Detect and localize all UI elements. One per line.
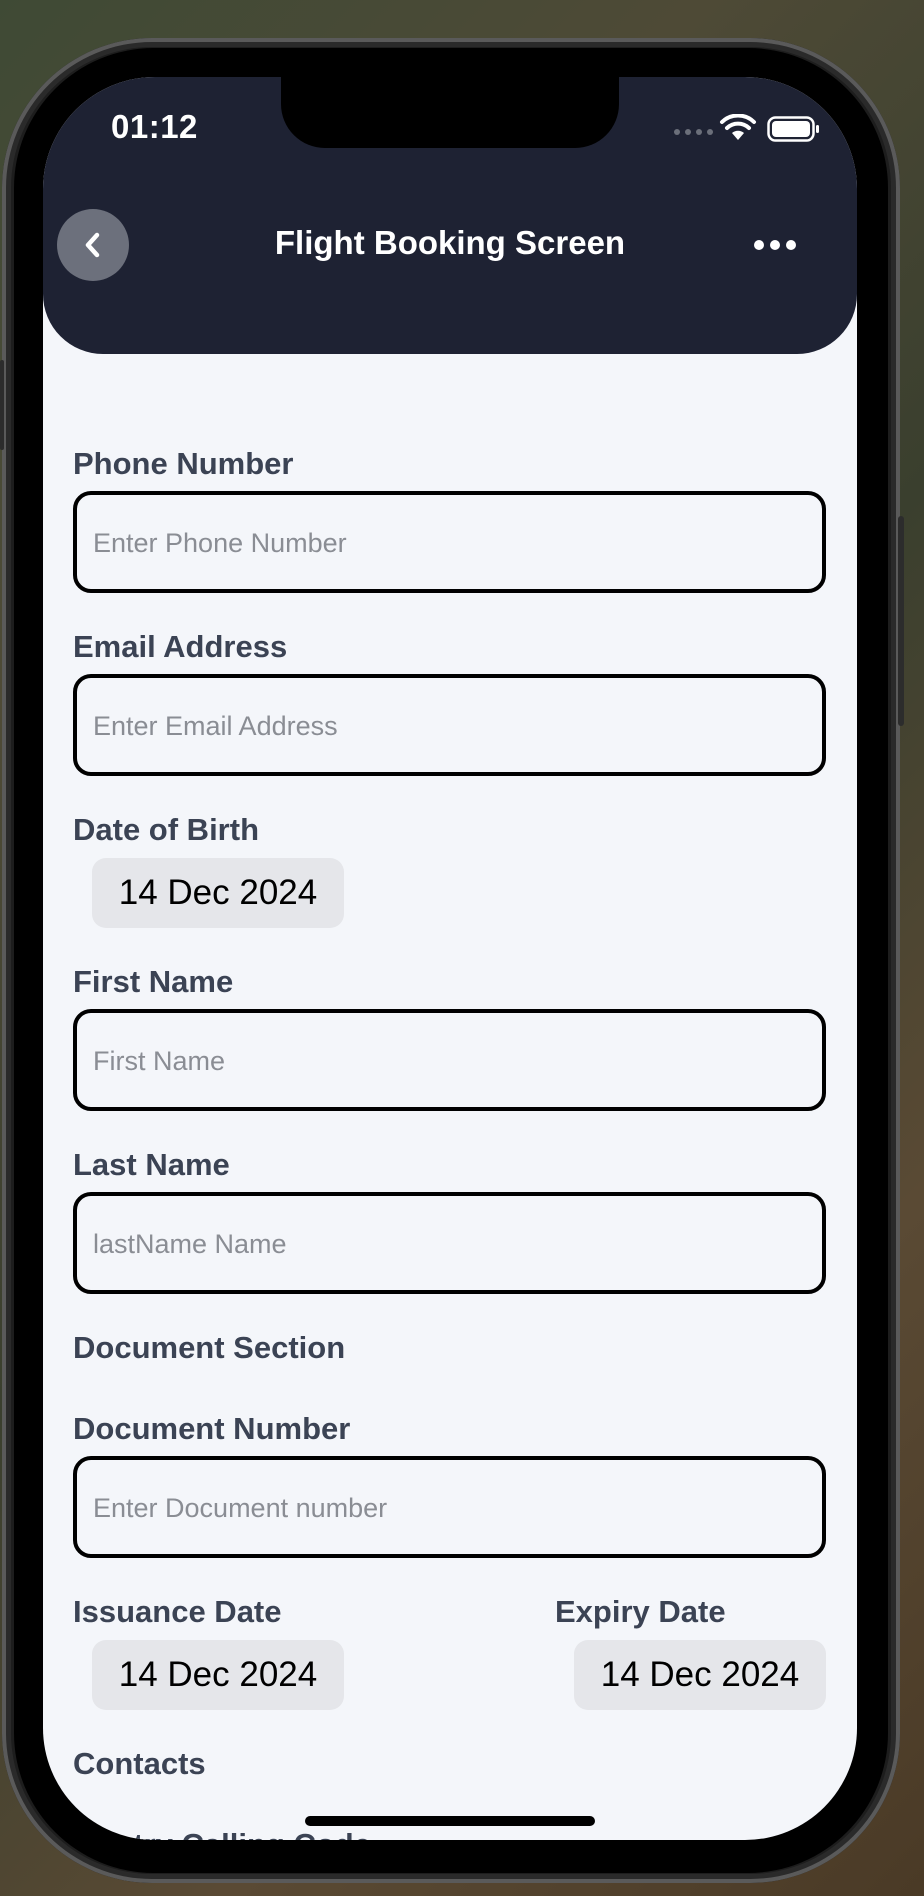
phone-number-label: Phone Number: [73, 446, 294, 481]
chevron-left-icon: [85, 232, 100, 258]
page-title: Flight Booking Screen: [274, 224, 626, 261]
last-name-input[interactable]: [91, 1196, 805, 1292]
contacts-heading: Contacts: [73, 1746, 206, 1781]
expiry-date-label: Expiry Date: [555, 1594, 726, 1629]
more-dot-icon: [754, 240, 764, 250]
more-dot-icon: [770, 240, 780, 250]
last-name-field[interactable]: [73, 1192, 826, 1294]
document-number-input[interactable]: [91, 1460, 805, 1556]
back-button[interactable]: [57, 209, 129, 281]
app-screen: 01:12 Flight Booking Screen Phone Number: [43, 77, 857, 1840]
first-name-input[interactable]: [91, 1013, 805, 1109]
date-of-birth-label: Date of Birth: [73, 812, 259, 847]
issuance-date-picker[interactable]: 14 Dec 2024: [92, 1640, 344, 1710]
phone-number-field[interactable]: [73, 491, 826, 593]
date-of-birth-picker[interactable]: 14 Dec 2024: [92, 858, 344, 928]
camera-notch: [281, 77, 619, 148]
email-address-label: Email Address: [73, 629, 288, 664]
wifi-icon: [720, 114, 756, 140]
app-header: 01:12 Flight Booking Screen: [43, 77, 857, 354]
status-time: 01:12: [111, 108, 198, 145]
side-button: [898, 516, 904, 726]
last-name-label: Last Name: [73, 1147, 230, 1182]
document-section-heading: Document Section: [73, 1330, 346, 1365]
first-name-field[interactable]: [73, 1009, 826, 1111]
email-address-field[interactable]: [73, 674, 826, 776]
cellular-signal-icon: [674, 129, 713, 135]
issuance-date-label: Issuance Date: [73, 1594, 282, 1629]
volume-button: [0, 360, 4, 450]
more-dot-icon: [786, 240, 796, 250]
home-indicator[interactable]: [305, 1816, 595, 1826]
email-address-input[interactable]: [91, 678, 805, 774]
more-options-button[interactable]: [745, 227, 805, 263]
first-name-label: First Name: [73, 964, 234, 999]
battery-icon: [767, 116, 819, 142]
calling-code-label: Contry Calling Code: [73, 1827, 371, 1840]
document-number-label: Document Number: [73, 1411, 351, 1446]
phone-number-input[interactable]: [91, 495, 805, 591]
document-number-field[interactable]: [73, 1456, 826, 1558]
expiry-date-picker[interactable]: 14 Dec 2024: [574, 1640, 826, 1710]
